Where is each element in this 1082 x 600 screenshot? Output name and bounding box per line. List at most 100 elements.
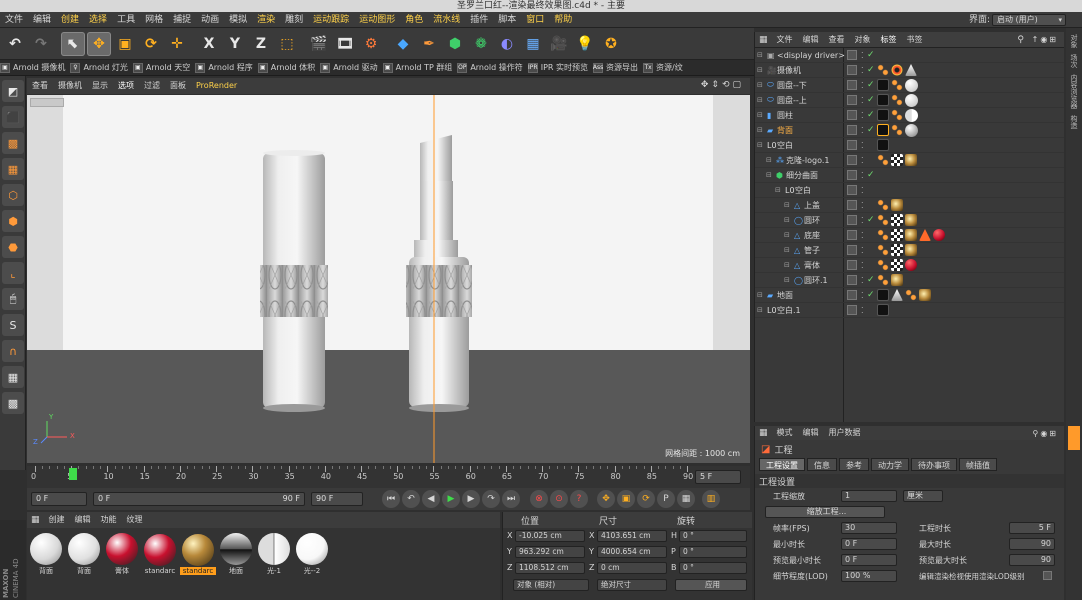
plugin-item[interactable]: OP Arnold 操作符 — [457, 62, 523, 73]
material-swatch[interactable]: standarc — [180, 532, 216, 575]
dock-tab[interactable]: 构造 — [1069, 115, 1079, 129]
project-time-field[interactable]: 5 F — [1009, 522, 1055, 534]
orange-dots-tag-icon[interactable] — [891, 79, 903, 91]
menu-item[interactable]: 捕捉 — [168, 12, 196, 28]
menu-item[interactable]: 角色 — [400, 12, 428, 28]
texture-mode-button[interactable]: ▩ — [2, 132, 24, 154]
plugin-item[interactable]: ♀ Arnold 灯光 — [70, 62, 128, 73]
end-frame-field[interactable]: 90 F — [311, 492, 363, 506]
visibility-dots-icon[interactable]: ⁚ — [861, 216, 864, 225]
viewport-nav-icons[interactable]: ✥⇕⟲▢ — [701, 80, 744, 90]
move-button[interactable]: ✥ — [87, 31, 111, 56]
black-tag-icon[interactable] — [877, 94, 889, 106]
object-row[interactable]: ⊟ ◯ 圆环.1 ⁚ ✓ — [755, 273, 1064, 288]
viewport-menu-item[interactable]: 选项 — [113, 78, 139, 94]
tree-expand-icon[interactable]: ⊟ — [757, 126, 763, 134]
object-row[interactable]: ⊟ ▣ <display driver> ⁚ ✓ — [755, 48, 1064, 63]
grid-button[interactable]: ▩ — [2, 392, 24, 414]
attribute-tab[interactable]: 参考 — [839, 458, 869, 471]
plugin-item[interactable]: ▣ Arnold 驱动 — [320, 62, 378, 73]
object-row[interactable]: ⊟ △ 上盖 ⁚ — [755, 198, 1064, 213]
3d-viewport[interactable]: Y X Z 网格间距 : 1000 cm — [27, 95, 750, 463]
tree-expand-icon[interactable]: ⊟ — [784, 261, 790, 269]
workplane-button[interactable]: ▦ — [2, 158, 24, 180]
tree-expand-icon[interactable]: ⊟ — [784, 276, 790, 284]
object-row[interactable]: ⊟ L0 空白.1 ⁚ — [755, 303, 1064, 318]
material-swatch[interactable]: 背面 — [66, 531, 102, 576]
menu-item[interactable]: 文件 — [0, 12, 28, 28]
start-frame-field[interactable]: 0 F — [31, 492, 87, 506]
black-tag-icon[interactable] — [877, 79, 889, 91]
visibility-dots-icon[interactable]: ⁚ — [861, 141, 864, 150]
enabled-check-icon[interactable]: ✓ — [867, 80, 875, 90]
rotation-field[interactable]: 0 ° — [679, 546, 747, 558]
object-row[interactable]: ⊟ ⁂ 克隆-logo.1 ⁚ — [755, 153, 1064, 168]
object-row[interactable]: ⊟ ▮ 圆柱 ⁚ ✓ — [755, 108, 1064, 123]
visibility-dots-icon[interactable]: ⁚ — [861, 246, 864, 255]
material-menu-item[interactable]: 创建 — [44, 512, 70, 528]
next-frame-button[interactable]: ▶ — [462, 490, 480, 508]
visibility-dots-icon[interactable]: ⁚ — [861, 111, 864, 120]
enabled-check-icon[interactable]: ✓ — [867, 170, 875, 180]
object-menu-item[interactable]: 查看 — [824, 32, 850, 48]
black-tag-icon[interactable] — [877, 139, 889, 151]
orange-dots-tag-icon[interactable] — [877, 154, 889, 166]
visibility-dots-icon[interactable]: ⁚ — [861, 81, 864, 90]
split-ball-tag-icon[interactable] — [905, 108, 918, 122]
object-row[interactable]: ⊟ 🎥 摄像机 ⁚ ✓ — [755, 63, 1064, 78]
menu-item[interactable]: 选择 — [84, 12, 112, 28]
tree-expand-icon[interactable]: ⊟ — [757, 291, 763, 299]
material-swatch[interactable]: 膏体 — [104, 531, 140, 576]
coord-mode-select[interactable]: 对象 (相对) — [513, 579, 589, 591]
apply-button[interactable]: 应用 — [675, 579, 747, 591]
object-search-icon[interactable]: ⚲ — [1017, 35, 1024, 45]
object-layer-checkbox[interactable] — [847, 110, 857, 120]
play-button[interactable]: ▶ — [442, 490, 460, 508]
plugin-item[interactable]: IPR IPR 实时预览 — [527, 62, 588, 73]
position-field[interactable]: 1108.512 cm — [515, 562, 585, 574]
object-layer-checkbox[interactable] — [847, 95, 857, 105]
keyframe-selection-icon[interactable]: ? — [570, 490, 588, 508]
recent-tool-button[interactable]: ✛ — [165, 32, 189, 56]
material-swatch[interactable]: standarc — [142, 532, 178, 575]
magnet-button[interactable]: ∩ — [2, 340, 24, 362]
snap-button[interactable]: S — [2, 314, 24, 336]
visibility-dots-icon[interactable]: ⁚ — [861, 201, 864, 210]
dock-tab[interactable]: 内容浏览器 — [1069, 74, 1079, 109]
position-field[interactable]: -10.025 cm — [515, 530, 585, 542]
gold-ball-tag-icon[interactable] — [905, 154, 917, 166]
camera-button[interactable]: 🎥 — [547, 32, 571, 56]
gold-ball-tag-icon[interactable] — [891, 199, 903, 211]
grey-ball-tag-icon[interactable] — [905, 123, 918, 137]
enabled-check-icon[interactable]: ✓ — [867, 95, 875, 105]
object-row[interactable]: ⊟ ▰ 地面 ⁚ ✓ — [755, 288, 1064, 303]
tree-expand-icon[interactable]: ⊟ — [784, 216, 790, 224]
range-slider[interactable]: 0 F 90 F — [93, 492, 305, 506]
viewport-menu-item[interactable]: ProRender — [191, 78, 242, 94]
edges-mode-button[interactable]: ⬢ — [2, 210, 24, 232]
floor-button[interactable]: ▦ — [521, 32, 545, 56]
red-target-tag-icon[interactable] — [891, 64, 903, 76]
menu-item[interactable]: 网格 — [140, 12, 168, 28]
object-row[interactable]: ⊟ △ 膏体 ⁚ — [755, 258, 1064, 273]
lod-field[interactable]: 100 % — [841, 570, 897, 582]
tree-expand-icon[interactable]: ⊟ — [775, 186, 781, 194]
tree-expand-icon[interactable]: ⊟ — [784, 201, 790, 209]
material-menu-item[interactable]: 纹理 — [122, 512, 148, 528]
tree-expand-icon[interactable]: ⊟ — [766, 171, 772, 179]
menu-item[interactable]: 创建 — [56, 12, 84, 28]
render-picture-viewer-button[interactable]: 🎞 — [333, 32, 357, 56]
attribute-menu-item[interactable]: 模式 — [772, 426, 798, 440]
tree-expand-icon[interactable]: ⊟ — [757, 81, 763, 89]
enabled-check-icon[interactable]: ✓ — [867, 275, 875, 285]
visibility-dots-icon[interactable]: ⁚ — [861, 126, 864, 135]
orange-dots-tag-icon[interactable] — [877, 244, 889, 256]
visibility-dots-icon[interactable]: ⁚ — [861, 306, 864, 315]
plugin-item[interactable]: ▣ Arnold 程序 — [195, 62, 253, 73]
visibility-dots-icon[interactable]: ⁚ — [861, 276, 864, 285]
visibility-dots-icon[interactable]: ⁚ — [861, 51, 864, 60]
key-param-icon[interactable]: P — [657, 490, 675, 508]
object-layer-checkbox[interactable] — [847, 155, 857, 165]
model-mode-button[interactable]: ⬛ — [2, 106, 24, 128]
visibility-dots-icon[interactable]: ⁚ — [861, 171, 864, 180]
